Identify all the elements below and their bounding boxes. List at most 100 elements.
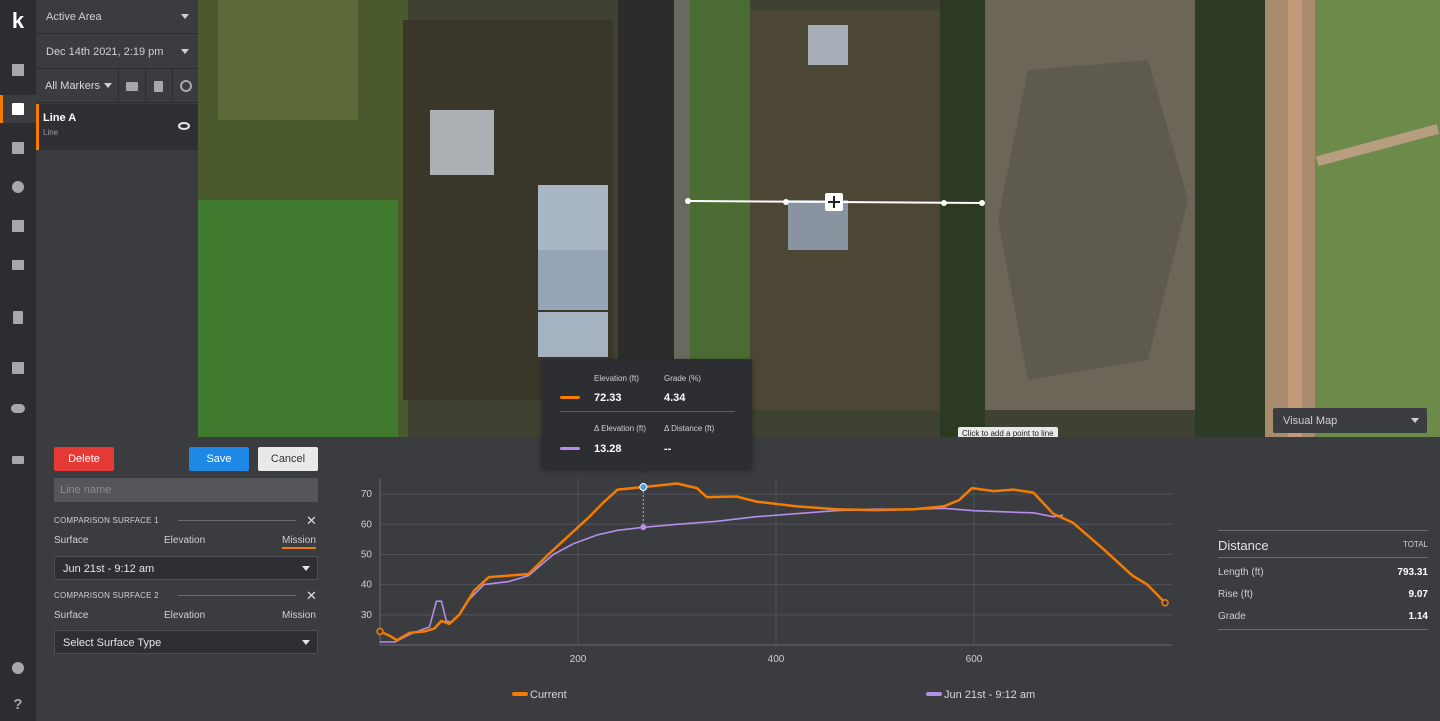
comparison-surface-2-title: COMPARISON SURFACE 2 bbox=[54, 591, 159, 600]
series-end-point bbox=[1161, 598, 1169, 607]
surface2-tab-mission[interactable]: Mission bbox=[282, 610, 316, 621]
date-select[interactable]: Dec 14th 2021, 2:19 pm bbox=[36, 35, 198, 69]
folder-icon[interactable] bbox=[118, 69, 144, 103]
marker-item-line-a[interactable]: Line A Line bbox=[36, 104, 198, 150]
marker-panel: Active Area Dec 14th 2021, 2:19 pm All M… bbox=[36, 0, 198, 437]
chart-tooltip: Elevation (ft) Grade (%) 72.33 4.34 Δ El… bbox=[542, 359, 752, 473]
x-tick-label: 600 bbox=[966, 654, 983, 665]
elevation-profile[interactable]: 30 40 50 60 70 200 400 600 Current Jun 21st - 9:1… bbox=[336, 437, 1200, 721]
series-line-comparison bbox=[380, 507, 1064, 643]
stats-row-value: 9.07 bbox=[1408, 589, 1428, 600]
surface1-mission-value: Jun 21st - 9:12 am bbox=[63, 563, 155, 575]
stats-row-value: 793.31 bbox=[1397, 567, 1428, 578]
area-select-value: Active Area bbox=[46, 11, 102, 23]
divider bbox=[1218, 530, 1428, 531]
eye-icon[interactable] bbox=[178, 122, 190, 130]
surface1-tab-surface[interactable]: Surface bbox=[54, 535, 88, 546]
divider bbox=[1218, 557, 1428, 558]
line-vertex[interactable] bbox=[941, 200, 947, 206]
map-view[interactable]: Click to add a point to line Visual Map bbox=[198, 0, 1440, 437]
surface1-mission-select[interactable]: Jun 21st - 9:12 am bbox=[54, 556, 318, 580]
area-select[interactable]: Active Area bbox=[36, 0, 198, 34]
tooltip-delta-elevation-label: Δ Elevation (ft) bbox=[594, 424, 647, 433]
map-layer-select[interactable]: Visual Map bbox=[1273, 408, 1427, 433]
line-vertex[interactable] bbox=[979, 200, 985, 206]
y-tick-label: 30 bbox=[361, 610, 373, 621]
delete-button[interactable]: Delete bbox=[54, 447, 114, 471]
legend-label[interactable]: Jun 21st - 9:12 am bbox=[944, 689, 1035, 701]
tooltip-delta-distance-value: -- bbox=[664, 443, 672, 455]
surface2-type-value: Select Surface Type bbox=[63, 637, 162, 649]
chevron-down-icon bbox=[181, 14, 189, 19]
tooltip-elevation-label: Elevation (ft) bbox=[594, 374, 639, 383]
save-button[interactable]: Save bbox=[189, 447, 249, 471]
tooltip-delta-elevation-value: 13.28 bbox=[594, 443, 622, 455]
series-start-point bbox=[376, 627, 384, 636]
stats-heading: Distance bbox=[1218, 538, 1269, 553]
globe-icon[interactable] bbox=[0, 173, 36, 201]
tooltip-grade-value: 4.34 bbox=[664, 392, 686, 404]
map-layer-value: Visual Map bbox=[1283, 415, 1338, 427]
map-icon[interactable] bbox=[0, 95, 36, 123]
line-edit-form: Delete Save Cancel COMPARISON SURFACE 1 … bbox=[36, 437, 336, 721]
tooltip-current-swatch bbox=[560, 396, 580, 399]
chevron-down-icon bbox=[302, 566, 310, 571]
cancel-button[interactable]: Cancel bbox=[258, 447, 318, 471]
tooltip-grade-label: Grade (%) bbox=[664, 374, 701, 383]
y-tick-label: 70 bbox=[361, 489, 373, 500]
tooltip-comparison-swatch bbox=[560, 447, 580, 450]
surface2-tab-elevation[interactable]: Elevation bbox=[164, 610, 205, 621]
settings-icon[interactable] bbox=[0, 654, 36, 682]
help-icon[interactable]: ? bbox=[0, 690, 36, 718]
cloud-icon[interactable] bbox=[0, 394, 36, 422]
chevron-down-icon bbox=[181, 49, 189, 54]
chart-icon[interactable] bbox=[0, 354, 36, 382]
upload-icon[interactable] bbox=[0, 251, 36, 279]
icon-rail: k ? bbox=[0, 0, 36, 721]
y-tick-label: 40 bbox=[361, 580, 373, 591]
series-line-current bbox=[379, 482, 1166, 642]
copy-icon[interactable] bbox=[145, 69, 171, 103]
chevron-down-icon bbox=[1411, 418, 1419, 423]
hover-point-current[interactable] bbox=[639, 483, 648, 492]
info-icon[interactable] bbox=[172, 69, 198, 103]
line-vertex[interactable] bbox=[783, 199, 789, 205]
marker-item-name: Line A bbox=[43, 112, 77, 124]
divider bbox=[560, 411, 735, 412]
marker-item-type: Line bbox=[43, 128, 59, 137]
stats-row-label: Grade bbox=[1218, 611, 1246, 622]
markers-filter-value: All Markers bbox=[45, 80, 101, 92]
divider bbox=[178, 520, 296, 521]
surface2-tab-surface[interactable]: Surface bbox=[54, 610, 88, 621]
stats-column-label: TOTAL bbox=[1402, 540, 1428, 549]
clipboard-icon[interactable] bbox=[0, 303, 36, 331]
aerial-imagery bbox=[198, 0, 1440, 437]
line-name-input[interactable] bbox=[54, 478, 318, 502]
tooltip-arrow bbox=[639, 467, 651, 473]
app-logo[interactable]: k bbox=[8, 8, 28, 34]
calendar-icon[interactable] bbox=[0, 134, 36, 162]
line-vertex[interactable] bbox=[685, 198, 691, 204]
comparison-surface-1-title: COMPARISON SURFACE 1 bbox=[54, 516, 159, 525]
legend-label[interactable]: Current bbox=[530, 689, 567, 701]
filter-list-icon[interactable] bbox=[0, 446, 36, 474]
tooltip-elevation-value: 72.33 bbox=[594, 392, 622, 404]
stats-row-label: Length (ft) bbox=[1218, 567, 1264, 578]
y-tick-label: 50 bbox=[361, 549, 373, 560]
image-icon[interactable] bbox=[0, 212, 36, 240]
x-tick-label: 200 bbox=[570, 654, 587, 665]
divider bbox=[1218, 629, 1428, 630]
divider bbox=[178, 595, 296, 596]
x-tick-label: 400 bbox=[768, 654, 785, 665]
tooltip-delta-distance-label: Δ Distance (ft) bbox=[664, 424, 715, 433]
surface1-tab-elevation[interactable]: Elevation bbox=[164, 535, 205, 546]
chevron-down-icon bbox=[104, 83, 112, 88]
surface2-type-select[interactable]: Select Surface Type bbox=[54, 630, 318, 654]
hover-point-comparison[interactable] bbox=[640, 524, 647, 531]
elevation-profile-chart[interactable]: 30 40 50 60 70 200 400 600 Current Jun 21st - 9:1… bbox=[336, 437, 1200, 721]
close-icon[interactable]: ✕ bbox=[306, 514, 317, 527]
close-icon[interactable]: ✕ bbox=[306, 589, 317, 602]
dashboard-icon[interactable] bbox=[0, 56, 36, 84]
surface1-tab-mission[interactable]: Mission bbox=[282, 535, 316, 549]
y-tick-label: 60 bbox=[361, 519, 373, 530]
